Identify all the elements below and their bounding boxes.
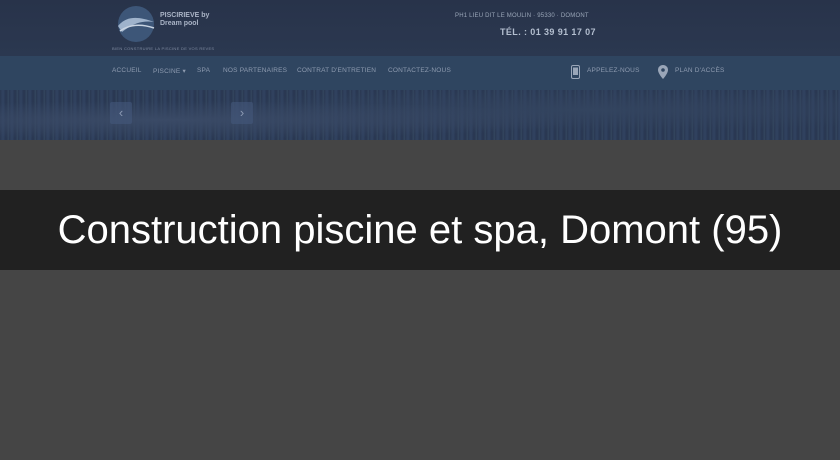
nav-item-piscine-label: PISCINE (153, 68, 181, 75)
main-nav: ACCUEIL PISCINE ▾ SPA NOS PARTENAIRES CO… (0, 56, 840, 90)
logo-name-line1: PISCIRIEVE by (160, 12, 210, 19)
map-access-link[interactable]: PLAN D'ACCÈS (675, 67, 725, 74)
slider-next-button[interactable]: › (231, 102, 253, 124)
nav-item-accueil[interactable]: ACCUEIL (112, 67, 142, 74)
call-us-link[interactable]: APPELEZ-NOUS (587, 67, 640, 74)
mobile-phone-icon (571, 65, 580, 79)
chevron-right-icon: › (239, 105, 245, 120)
dimmed-website-background: PISCIRIEVE by Dream pool BIEN CONSTRUIRE… (0, 0, 840, 140)
nav-item-contrat[interactable]: CONTRAT D'ENTRETIEN (297, 67, 376, 74)
logo-wave-icon (118, 6, 155, 42)
chevron-left-icon: ‹ (118, 105, 124, 120)
chevron-down-icon: ▾ (182, 68, 186, 75)
logo-name-line2: Dream pool (160, 20, 199, 27)
logo-tagline: BIEN CONSTRUIRE LA PISCINE DE VOS REVES (112, 46, 215, 51)
nav-item-spa[interactable]: SPA (197, 67, 210, 74)
nav-item-contact[interactable]: CONTACTEZ-NOUS (388, 67, 451, 74)
page-title: Construction piscine et spa, Domont (95) (57, 207, 783, 252)
slider-prev-button[interactable]: ‹ (110, 102, 132, 124)
phone-number[interactable]: TÉL. : 01 39 91 17 07 (500, 27, 596, 37)
map-pin-icon (658, 65, 668, 79)
address-text: PH1 LIEU DIT LE MOULIN · 95330 · DOMONT (455, 13, 589, 19)
title-banner: Construction piscine et spa, Domont (95) (0, 190, 840, 270)
nav-item-piscine[interactable]: PISCINE ▾ (153, 67, 186, 75)
site-header: PISCIRIEVE by Dream pool BIEN CONSTRUIRE… (0, 0, 840, 56)
logo-name[interactable]: PISCIRIEVE by Dream pool (160, 12, 209, 28)
nav-item-partenaires[interactable]: NOS PARTENAIRES (223, 67, 287, 74)
